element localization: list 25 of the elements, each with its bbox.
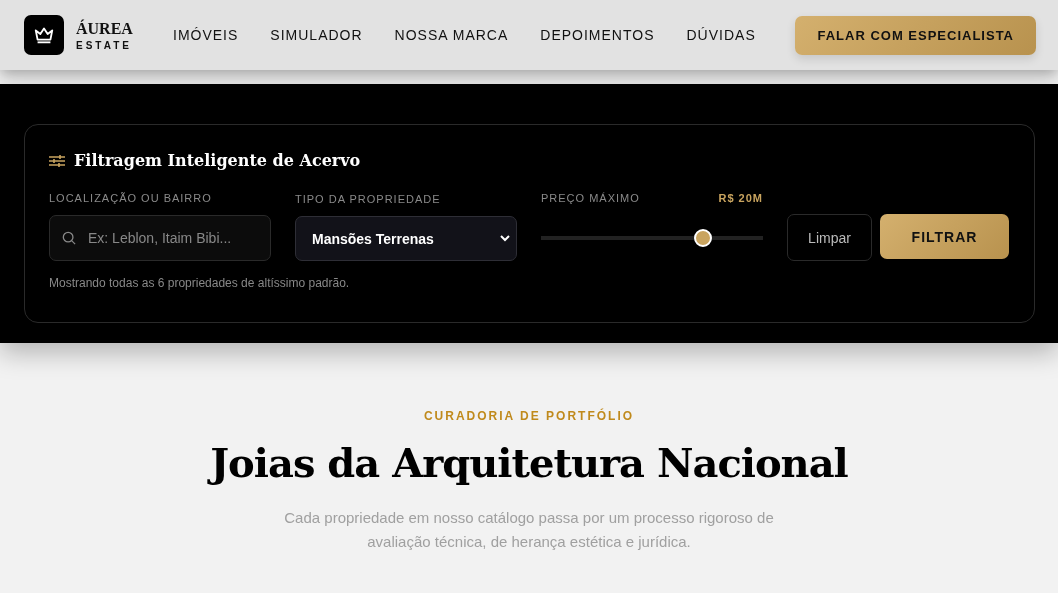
brand-name: ÁUREA [76,19,133,38]
brand-subtitle: ESTATE [76,39,133,51]
clear-button[interactable]: Limpar [787,214,872,261]
nav-link[interactable]: IMÓVEIS [173,27,239,43]
results-status: Mostrando todas as 6 propriedades de altíssimo padrão. [49,276,351,290]
field-label: PREÇO MÁXIMO [541,192,640,204]
location-field[interactable]: Ex: Leblon, Itaim Bibi... [49,215,271,261]
crown-logo-icon[interactable] [24,15,64,55]
filter-title: Filtragem Inteligente de Acervo [74,151,361,170]
field-label: TIPO DA PROPRIEDADE [295,193,442,205]
nav-link[interactable]: NOSSA MARCA [394,27,509,43]
nav-link[interactable]: DÚVIDAS [686,27,756,43]
sliders-icon [49,153,65,168]
field-label: LOCALIZAÇÃO OU BAIRRO [49,192,213,204]
filter-button[interactable]: FILTRAR [880,214,1009,259]
nav-link[interactable]: SIMULADOR [270,27,363,43]
chevron-down-icon [500,235,510,242]
price-reading: R$ 20M [718,192,763,204]
specialist-button[interactable]: FALAR COM ESPECIALISTA [795,15,1036,55]
search-icon [62,231,76,245]
section-eyebrow: CURADORIA DE PORTFÓLIO [423,409,635,423]
section-description: Cada propriedade em nosso catálogo passa por um processo rigoroso de avaliação técnica, de herança estética e jurídica. [283,508,775,552]
slider-thumb[interactable] [694,229,713,247]
property-type-select[interactable]: Mansões Terrenas [295,216,517,261]
nav-link[interactable]: DEPOIMENTOS [540,27,655,43]
